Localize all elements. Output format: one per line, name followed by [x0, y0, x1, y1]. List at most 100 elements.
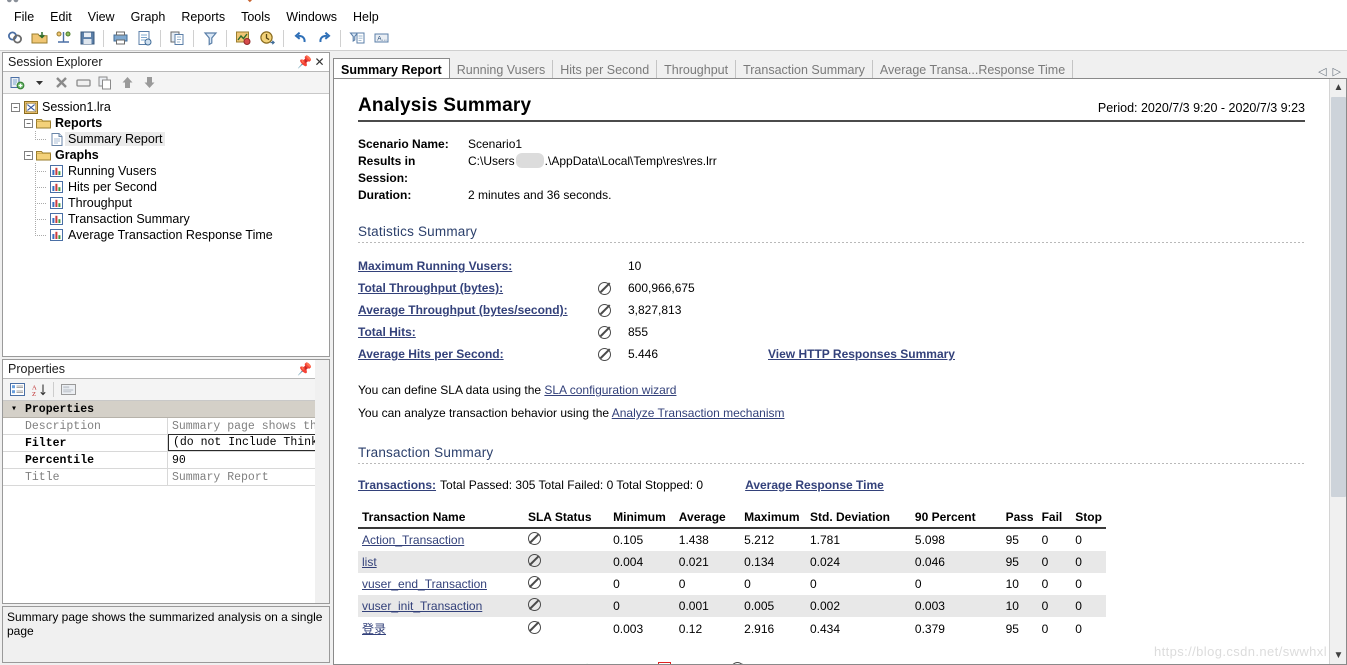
table-row[interactable]: vuser_init_Transaction 0 0.001 0.005 0.0…	[358, 595, 1106, 617]
save-icon[interactable]	[75, 27, 99, 49]
tab-running-vusers[interactable]: Running Vusers	[450, 60, 554, 80]
rename-item-icon[interactable]	[72, 73, 94, 92]
granularity-clock-icon[interactable]	[255, 27, 279, 49]
tree-label-session-root[interactable]: Session1.lra	[39, 100, 114, 114]
print-icon[interactable]	[108, 27, 132, 49]
property-row-title[interactable]: Title Summary Report	[3, 469, 329, 486]
transaction-name-link[interactable]: vuser_end_Transaction	[362, 577, 487, 591]
tree-node-throughput[interactable]: Throughput	[9, 195, 329, 211]
filter-icon[interactable]	[198, 27, 222, 49]
alphabetical-sort-icon[interactable]: AZ	[28, 380, 50, 399]
tree-node-summary-report[interactable]: Summary Report	[9, 131, 329, 147]
property-value-percentile[interactable]: 90	[168, 452, 329, 468]
tree-node-hits-per-second[interactable]: Hits per Second	[9, 179, 329, 195]
categorized-view-icon[interactable]	[6, 380, 28, 399]
copy-icon[interactable]	[165, 27, 189, 49]
tab-scroll-right-icon[interactable]: ▷	[1333, 65, 1341, 78]
table-row[interactable]: list 0.004 0.021 0.134 0.024 0.046 95 0 …	[358, 551, 1106, 573]
chevron-down-icon[interactable]: ▾	[3, 403, 25, 415]
column-header-stop[interactable]: Stop	[1071, 508, 1106, 529]
column-header-sla-status[interactable]: SLA Status	[523, 508, 610, 529]
tab-average-transaction-response-time[interactable]: Average Transa...Response Time	[873, 60, 1074, 80]
column-header-std-deviation[interactable]: Std. Deviation	[805, 508, 911, 529]
average-response-time-link[interactable]: Average Response Time	[745, 478, 884, 492]
stat-label-average-hits-per-second[interactable]: Average Hits per Second:	[358, 347, 598, 361]
menu-item-reports[interactable]: Reports	[173, 9, 233, 25]
transaction-name-link[interactable]: 登录	[362, 622, 386, 636]
tree-node-session-root[interactable]: − Session1.lra	[9, 99, 329, 115]
menu-item-edit[interactable]: Edit	[42, 9, 80, 25]
move-up-icon[interactable]	[116, 73, 138, 92]
column-header-maximum[interactable]: Maximum	[740, 508, 806, 529]
menu-item-graph[interactable]: Graph	[123, 9, 174, 25]
table-row[interactable]: 登录 0.003 0.12 2.916 0.434 0.379 95 0 0	[358, 617, 1106, 640]
scroll-up-icon[interactable]: ▲	[1330, 79, 1347, 96]
property-row-filter[interactable]: Filter (do not Include Think Time)	[3, 434, 329, 452]
tree-label-reports[interactable]: Reports	[52, 116, 105, 130]
report-vertical-scrollbar[interactable]: ▲ ▼	[1329, 79, 1346, 664]
sla-configuration-wizard-link[interactable]: SLA configuration wizard	[544, 383, 676, 397]
property-row-description[interactable]: Description Summary page shows the summ	[3, 418, 329, 435]
table-row[interactable]: vuser_end_Transaction 0 0 0 0 0 10 0 0	[358, 573, 1106, 595]
menu-item-help[interactable]: Help	[345, 9, 387, 25]
duplicate-item-icon[interactable]	[94, 73, 116, 92]
tree-label-hits-per-second[interactable]: Hits per Second	[65, 180, 160, 194]
tab-summary-report[interactable]: Summary Report	[333, 58, 450, 80]
add-graph-icon[interactable]	[6, 73, 28, 92]
tree-node-running-vusers[interactable]: Running Vusers	[9, 163, 329, 179]
tab-hits-per-second[interactable]: Hits per Second	[553, 60, 658, 80]
tab-throughput[interactable]: Throughput	[657, 60, 737, 80]
set-filter-graph-icon[interactable]	[231, 27, 255, 49]
scroll-down-icon[interactable]: ▼	[1330, 647, 1347, 664]
tree-toggle-graphs[interactable]: −	[24, 150, 33, 160]
transaction-name-link[interactable]: Action_Transaction	[362, 533, 464, 547]
stat-label-total-hits[interactable]: Total Hits:	[358, 325, 598, 339]
undo-icon[interactable]	[288, 27, 312, 49]
table-row[interactable]: Action_Transaction 0.105 1.438 5.212 1.7…	[358, 528, 1106, 551]
properties-category-row[interactable]: ▾ Properties	[3, 401, 329, 418]
tree-node-avg-transaction-response-time[interactable]: Average Transaction Response Time	[9, 227, 329, 243]
pin-icon[interactable]: 📌	[297, 55, 312, 70]
tree-label-running-vusers[interactable]: Running Vusers	[65, 164, 159, 178]
view-http-responses-summary-link[interactable]: View HTTP Responses Summary	[768, 347, 955, 361]
property-pages-icon[interactable]	[57, 380, 79, 399]
report-icon[interactable]	[132, 27, 156, 49]
tab-transaction-summary[interactable]: Transaction Summary	[736, 60, 873, 80]
scrollbar-thumb[interactable]	[1331, 97, 1346, 497]
transaction-name-link[interactable]: list	[362, 555, 377, 569]
column-header-pass[interactable]: Pass	[1001, 508, 1038, 529]
analyze-results-icon[interactable]	[51, 27, 75, 49]
tab-scroll-left-icon[interactable]: ◁	[1318, 65, 1326, 78]
tree-label-summary-report[interactable]: Summary Report	[65, 132, 166, 146]
tree-label-graphs[interactable]: Graphs	[52, 148, 102, 162]
tree-node-graphs-folder[interactable]: − Graphs	[9, 147, 329, 163]
property-row-percentile[interactable]: Percentile 90	[3, 452, 329, 469]
open-session-icon[interactable]	[27, 27, 51, 49]
transaction-name-link[interactable]: vuser_init_Transaction	[362, 599, 482, 613]
new-session-icon[interactable]	[3, 27, 27, 49]
tree-toggle-reports[interactable]: −	[24, 118, 33, 128]
properties-scrollbar[interactable]	[315, 360, 329, 603]
tree-label-transaction-summary[interactable]: Transaction Summary	[65, 212, 193, 226]
menu-item-view[interactable]: View	[80, 9, 123, 25]
column-header-transaction-name[interactable]: Transaction Name	[358, 508, 524, 529]
pin-icon[interactable]: 📌	[297, 362, 312, 377]
properties-icon[interactable]: A...	[369, 27, 393, 49]
stat-label-average-throughput[interactable]: Average Throughput (bytes/second):	[358, 303, 598, 317]
filter-document-icon[interactable]	[345, 27, 369, 49]
tree-node-reports-folder[interactable]: − Reports	[9, 115, 329, 131]
delete-item-icon[interactable]	[50, 73, 72, 92]
menu-item-file[interactable]: File	[6, 9, 42, 25]
stat-label-total-throughput[interactable]: Total Throughput (bytes):	[358, 281, 598, 295]
move-down-icon[interactable]	[138, 73, 160, 92]
close-icon[interactable]: ✕	[312, 55, 327, 70]
column-header-90-percent[interactable]: 90 Percent	[910, 508, 1002, 529]
add-graph-dropdown-icon[interactable]	[28, 73, 50, 92]
menu-item-windows[interactable]: Windows	[278, 9, 345, 25]
column-header-minimum[interactable]: Minimum	[609, 508, 675, 529]
column-header-fail[interactable]: Fail	[1037, 508, 1072, 529]
property-value-filter[interactable]: (do not Include Think Time)	[168, 434, 329, 451]
transactions-label[interactable]: Transactions:	[358, 478, 436, 492]
tree-node-transaction-summary[interactable]: Transaction Summary	[9, 211, 329, 227]
tree-label-throughput[interactable]: Throughput	[65, 196, 135, 210]
